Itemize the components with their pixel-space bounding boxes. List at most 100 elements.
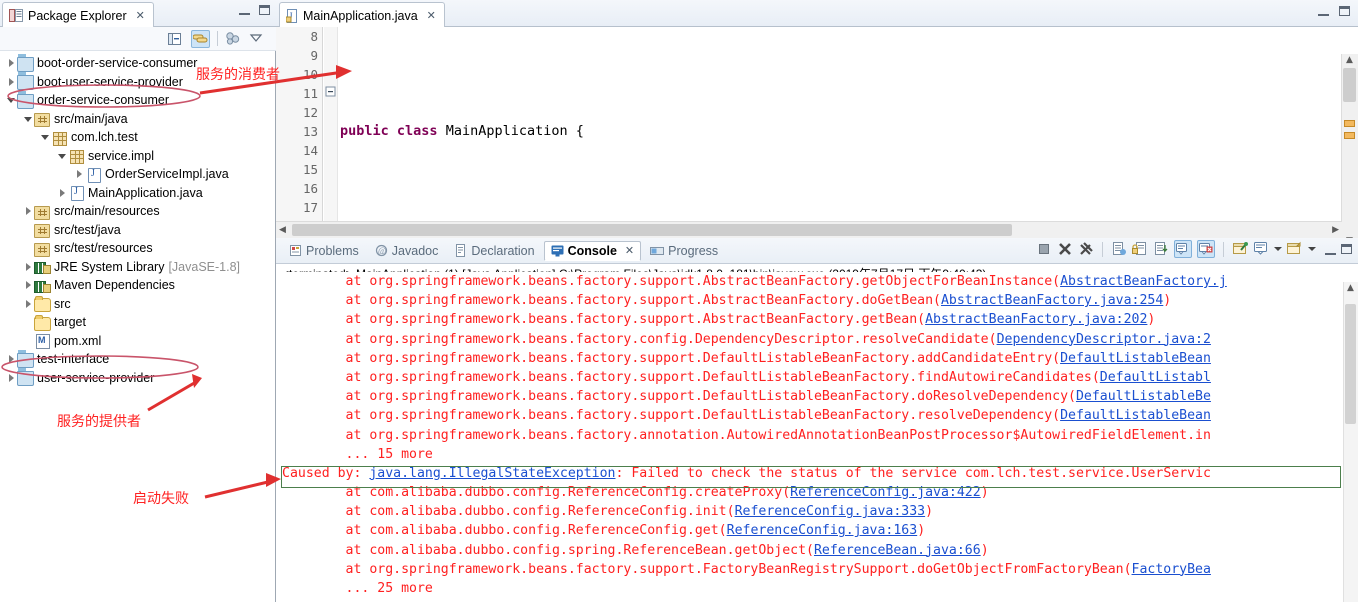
console-vertical-scrollbar[interactable]: ▲ bbox=[1343, 282, 1358, 602]
scroll-left-icon[interactable]: ◀ bbox=[279, 225, 286, 235]
editor-marker-bar[interactable] bbox=[276, 27, 294, 238]
tree-item-src-main-resources[interactable]: src/main/resources bbox=[0, 202, 276, 221]
tree-item-target[interactable]: target bbox=[0, 313, 276, 332]
chevron-right-icon[interactable] bbox=[6, 76, 17, 87]
editor-overview-marker[interactable] bbox=[1344, 132, 1355, 139]
library-icon bbox=[34, 259, 51, 275]
tab-problems[interactable]: Problems bbox=[282, 241, 366, 261]
tree-item-service-impl[interactable]: service.impl bbox=[0, 147, 276, 166]
line-number: 9 bbox=[310, 48, 318, 63]
close-icon[interactable]: ✕ bbox=[136, 9, 145, 22]
chevron-down-icon[interactable] bbox=[6, 95, 17, 106]
console-stacktrace-link[interactable]: java.lang.IllegalStateException bbox=[369, 466, 615, 481]
console-stacktrace-link[interactable]: ReferenceConfig.java:422 bbox=[790, 485, 981, 500]
tree-item-label: src/main/java bbox=[54, 111, 128, 126]
terminate-icon[interactable] bbox=[1036, 241, 1052, 257]
maximize-icon[interactable] bbox=[259, 4, 270, 15]
scroll-up-icon[interactable]: ▲ bbox=[1347, 283, 1354, 293]
console-stacktrace-link[interactable]: ReferenceBean.java:66 bbox=[814, 543, 981, 558]
console-line-text: ) bbox=[925, 504, 934, 520]
display-selected-console-icon[interactable] bbox=[1253, 241, 1269, 257]
console-stacktrace-link[interactable]: ReferenceConfig.java:333 bbox=[735, 504, 926, 519]
chevron-right-icon[interactable] bbox=[6, 354, 17, 365]
chevron-right-icon[interactable] bbox=[74, 169, 85, 180]
tree-item-com-lch-test[interactable]: com.lch.test bbox=[0, 128, 276, 147]
tree-item-src[interactable]: src bbox=[0, 295, 276, 314]
tree-item-user-service-provider[interactable]: user-service-provider bbox=[0, 369, 276, 388]
chevron-right-icon[interactable] bbox=[23, 206, 34, 217]
word-wrap-icon[interactable] bbox=[1153, 241, 1169, 257]
chevron-right-icon[interactable] bbox=[23, 280, 34, 291]
show-console-on-output-icon[interactable] bbox=[1174, 240, 1192, 258]
tab-progress[interactable]: Progress bbox=[643, 241, 725, 261]
scrollbar-thumb[interactable] bbox=[1345, 304, 1356, 424]
open-console-icon[interactable] bbox=[1287, 241, 1303, 257]
editor-vertical-scrollbar[interactable]: ▲ ▼ bbox=[1341, 54, 1358, 238]
remove-launch-icon[interactable] bbox=[1057, 241, 1073, 257]
folding-gutter[interactable] bbox=[324, 27, 338, 238]
tree-item-mainapplication-java[interactable]: MainApplication.java bbox=[0, 184, 276, 203]
code-area[interactable]: 89101112131415161718 public class MainAp… bbox=[276, 27, 1358, 238]
chevron-right-icon[interactable] bbox=[57, 187, 68, 198]
source-code[interactable]: public class MainApplication { public st… bbox=[340, 27, 1340, 238]
project-tree[interactable]: boot-order-service-consumer boot-user-ser… bbox=[0, 52, 276, 602]
editor-horizontal-scrollbar[interactable]: ◀ ▶ bbox=[276, 221, 1342, 238]
maximize-icon[interactable] bbox=[1339, 5, 1350, 16]
minimize-icon[interactable] bbox=[239, 4, 250, 15]
console-stacktrace-link[interactable]: DefaultListableBean bbox=[1060, 351, 1211, 366]
console-stacktrace-link[interactable]: FactoryBea bbox=[1132, 562, 1211, 577]
close-icon[interactable]: ✕ bbox=[427, 9, 436, 22]
scrollbar-thumb[interactable] bbox=[292, 224, 1012, 236]
scroll-lock-icon[interactable] bbox=[1132, 241, 1148, 257]
console-line-text: at org.springframework.beans.factory.sup… bbox=[282, 389, 1076, 405]
chevron-right-icon[interactable] bbox=[6, 372, 17, 383]
chevron-right-icon[interactable] bbox=[23, 261, 34, 272]
scroll-right-icon[interactable]: ▶ bbox=[1332, 225, 1339, 235]
open-console-file-icon[interactable] bbox=[1111, 241, 1127, 257]
tree-item-src-main-java[interactable]: src/main/java bbox=[0, 110, 276, 129]
minimize-icon[interactable] bbox=[1325, 244, 1336, 255]
collapse-all-icon[interactable] bbox=[167, 31, 184, 47]
chevron-down-icon[interactable] bbox=[1274, 247, 1282, 251]
chevron-down-icon[interactable] bbox=[57, 150, 68, 161]
scrollbar-thumb[interactable] bbox=[1343, 68, 1356, 102]
console-stacktrace-link[interactable]: AbstractBeanFactory.java:202 bbox=[925, 312, 1147, 327]
tree-item-pom-xml[interactable]: pom.xml bbox=[0, 332, 276, 351]
chevron-right-icon[interactable] bbox=[6, 58, 17, 69]
view-menu-icon[interactable] bbox=[249, 31, 266, 47]
console-stacktrace-link[interactable]: DefaultListabl bbox=[1100, 370, 1211, 385]
focus-on-active-task-icon[interactable] bbox=[225, 31, 242, 47]
editor-overview-marker[interactable] bbox=[1344, 120, 1355, 127]
chevron-right-icon[interactable] bbox=[23, 298, 34, 309]
tab-javadoc[interactable]: @ Javadoc bbox=[368, 241, 446, 261]
tree-item-orderserviceimpl-java[interactable]: OrderServiceImpl.java bbox=[0, 165, 276, 184]
close-icon[interactable]: ✕ bbox=[625, 244, 634, 257]
console-stacktrace-link[interactable]: AbstractBeanFactory.j bbox=[1060, 274, 1227, 289]
tree-item-jre-system-library[interactable]: JRE System Library [JavaSE-1.8] bbox=[0, 258, 276, 277]
chevron-down-icon[interactable] bbox=[1308, 247, 1316, 251]
tree-item-order-service-consumer[interactable]: order-service-consumer bbox=[0, 91, 276, 110]
console-output[interactable]: at org.springframework.beans.factory.sup… bbox=[276, 272, 1358, 602]
tab-mainapplication-java[interactable]: J MainApplication.java ✕ bbox=[279, 2, 445, 28]
chevron-down-icon[interactable] bbox=[40, 132, 51, 143]
tab-console[interactable]: Console ✕ bbox=[543, 240, 642, 261]
console-stacktrace-link[interactable]: AbstractBeanFactory.java:254 bbox=[941, 293, 1163, 308]
console-stacktrace-link[interactable]: DefaultListableBean bbox=[1060, 408, 1211, 423]
tree-item-src-test-java[interactable]: src/test/java bbox=[0, 221, 276, 240]
minimize-icon[interactable] bbox=[1318, 5, 1329, 16]
maximize-icon[interactable] bbox=[1341, 244, 1352, 254]
show-console-on-error-icon[interactable] bbox=[1197, 240, 1215, 258]
tab-declaration[interactable]: Declaration bbox=[447, 241, 541, 261]
console-stacktrace-link[interactable]: DefaultListableBe bbox=[1076, 389, 1211, 404]
link-with-editor-icon[interactable] bbox=[191, 29, 210, 48]
tree-item-maven-dependencies[interactable]: Maven Dependencies bbox=[0, 276, 276, 295]
remove-all-terminated-icon[interactable] bbox=[1078, 241, 1094, 257]
scroll-up-icon[interactable]: ▲ bbox=[1346, 55, 1353, 65]
tab-package-explorer[interactable]: Package Explorer ✕ bbox=[2, 2, 154, 28]
tree-item-src-test-resources[interactable]: src/test/resources bbox=[0, 239, 276, 258]
pin-console-icon[interactable] bbox=[1232, 241, 1248, 257]
tree-item-test-interface[interactable]: test-interface bbox=[0, 350, 276, 369]
console-stacktrace-link[interactable]: DependencyDescriptor.java:2 bbox=[997, 332, 1211, 347]
chevron-down-icon[interactable] bbox=[23, 113, 34, 124]
console-stacktrace-link[interactable]: ReferenceConfig.java:163 bbox=[727, 523, 918, 538]
